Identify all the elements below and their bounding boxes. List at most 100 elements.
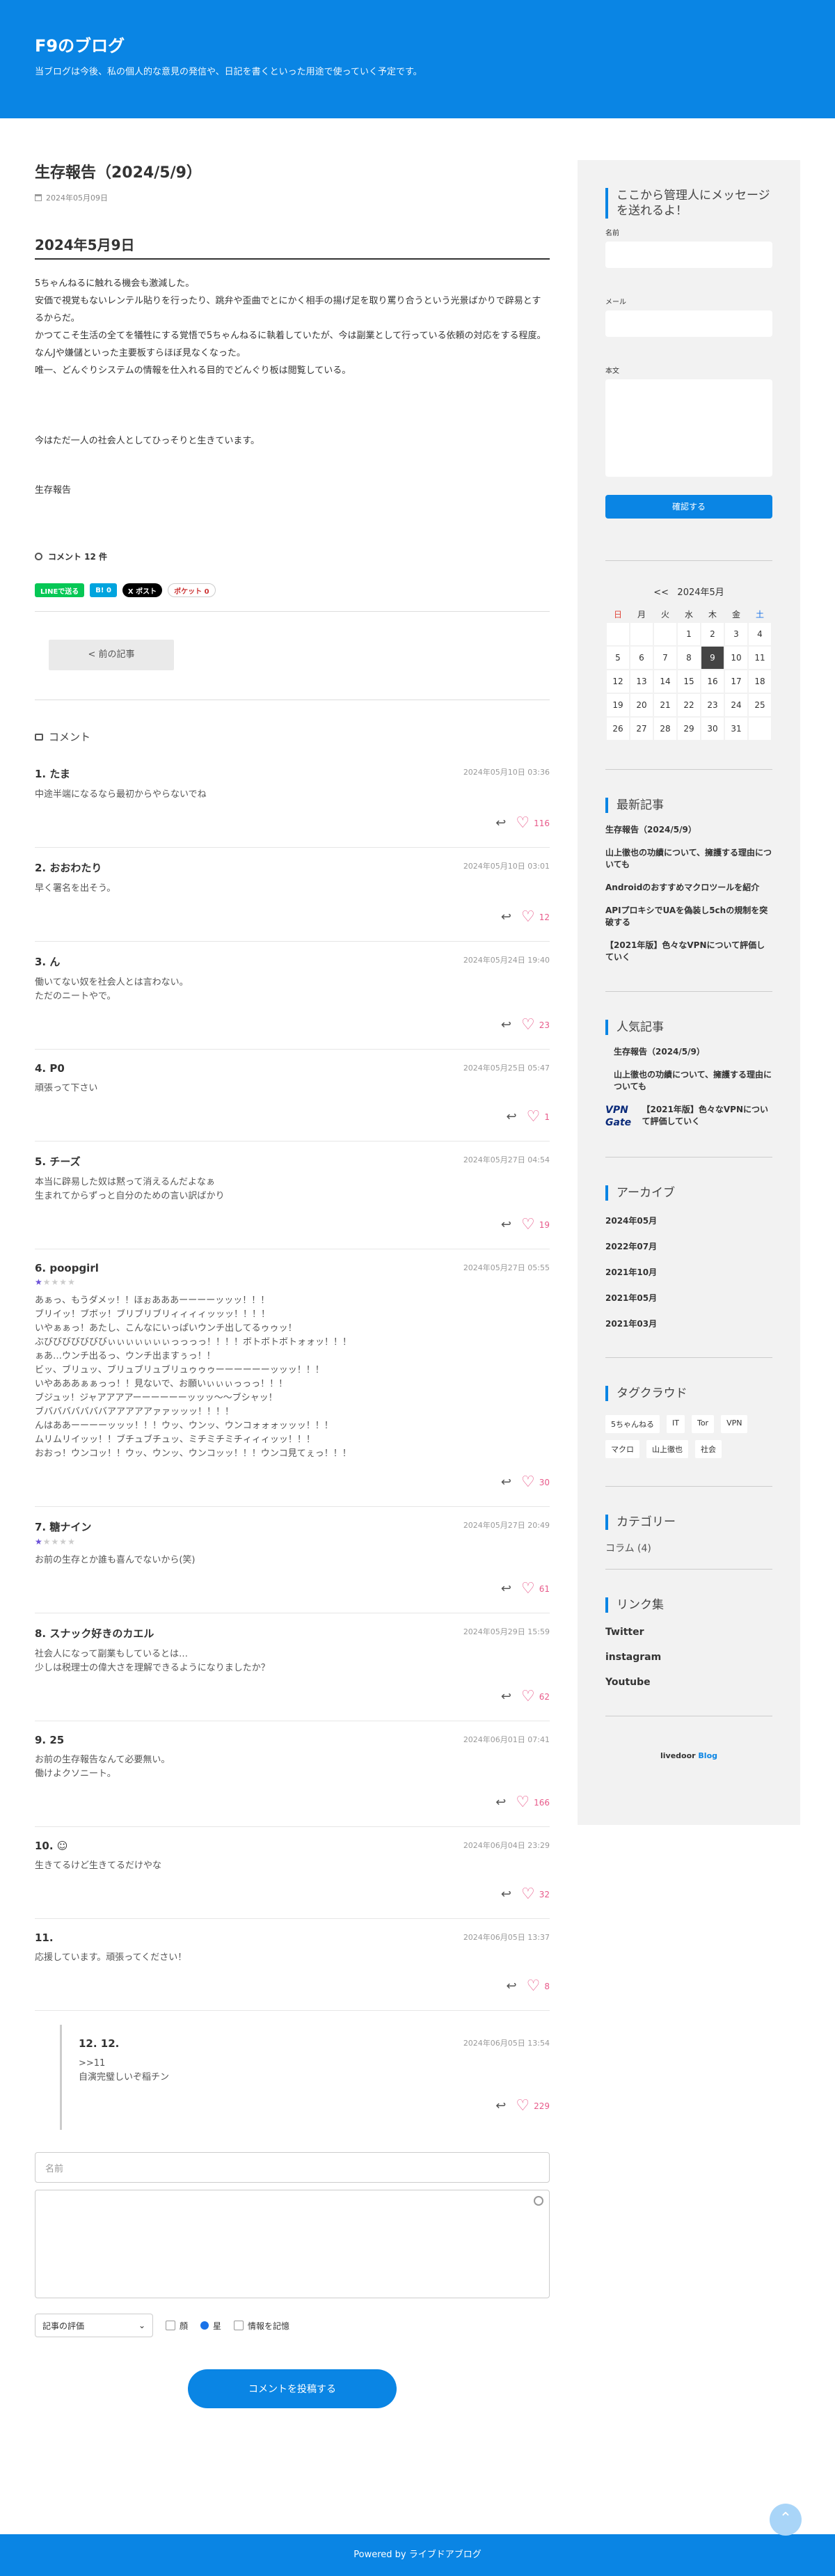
reply-icon[interactable]: ↩ <box>501 1475 511 1490</box>
calendar-day[interactable]: 26 <box>607 718 629 740</box>
recent-post-link[interactable]: 【2021年版】色々なVPNについて評価していく <box>605 940 772 963</box>
calendar-day[interactable]: 17 <box>725 670 747 693</box>
face-option[interactable]: 顔 <box>166 2320 188 2332</box>
link-youtube[interactable]: Youtube <box>605 1677 772 1688</box>
calendar-day[interactable]: 13 <box>630 670 653 693</box>
like-button[interactable]: ♡ 166 <box>516 1794 550 1811</box>
calendar-day[interactable]: 6 <box>630 647 653 669</box>
reply-icon[interactable]: ↩ <box>495 1795 506 1810</box>
like-button[interactable]: ♡ 23 <box>521 1016 550 1034</box>
reply-icon[interactable]: ↩ <box>507 1979 517 1993</box>
popular-post-link[interactable]: 生存報告（2024/5/9） <box>605 1046 772 1058</box>
recent-post-link[interactable]: APIプロキシでUAを偽装し5chの規制を突破する <box>605 905 772 929</box>
calendar-day[interactable]: 1 <box>678 623 700 645</box>
calendar-day[interactable]: 28 <box>654 718 676 740</box>
pocket-share-button[interactable]: ポケット 0 <box>168 583 216 597</box>
livedoor-blog-logo[interactable]: livedoor Blog <box>605 1751 772 1760</box>
remember-option[interactable]: 情報を記憶 <box>234 2320 289 2332</box>
calendar-day[interactable]: 3 <box>725 623 747 645</box>
calendar-day[interactable]: 16 <box>701 670 724 693</box>
calendar-day[interactable]: 2 <box>701 623 724 645</box>
archive-link[interactable]: 2021年03月 <box>605 1318 772 1329</box>
calendar-day[interactable]: 4 <box>749 623 771 645</box>
calendar-day[interactable]: 5 <box>607 647 629 669</box>
contact-mail-input[interactable] <box>605 310 772 337</box>
reply-icon[interactable]: ↩ <box>501 1018 511 1032</box>
reply-icon[interactable]: ↩ <box>501 1581 511 1596</box>
calendar-day[interactable]: 31 <box>725 718 747 740</box>
calendar-day[interactable]: 29 <box>678 718 700 740</box>
like-button[interactable]: ♡ 30 <box>521 1473 550 1491</box>
remember-checkbox[interactable] <box>234 2321 244 2330</box>
tag-link[interactable]: マクロ <box>605 1440 639 1458</box>
calendar-day[interactable]: 24 <box>725 694 747 716</box>
contact-name-input[interactable] <box>605 242 772 268</box>
calendar-day[interactable]: 9 <box>701 647 724 669</box>
like-button[interactable]: ♡ 229 <box>516 2097 550 2115</box>
calendar-prev[interactable]: << <box>653 587 669 598</box>
reply-icon[interactable]: ↩ <box>501 1689 511 1704</box>
prev-article-button[interactable]: < 前の記事 <box>49 640 174 670</box>
recent-post-link[interactable]: 山上徹也の功績について、擁護する理由についても <box>605 847 772 871</box>
confirm-button[interactable]: 確認する <box>605 495 772 519</box>
recent-post-link[interactable]: Androidのおすすめマクロツールを紹介 <box>605 882 772 894</box>
tag-link[interactable]: VPN <box>721 1415 748 1433</box>
line-share-button[interactable]: LINEで送る <box>35 583 85 597</box>
popular-post-item[interactable]: VPN Gate 【2021年版】色々なVPNについて評価していく <box>605 1104 772 1129</box>
recent-post-link[interactable]: 生存報告（2024/5/9） <box>605 824 772 836</box>
calendar-day[interactable]: 7 <box>654 647 676 669</box>
hatena-share-button[interactable]: B! 0 <box>90 583 117 597</box>
emoji-icon[interactable] <box>534 2196 543 2206</box>
calendar-day[interactable]: 23 <box>701 694 724 716</box>
link-instagram[interactable]: instagram <box>605 1652 772 1663</box>
like-button[interactable]: ♡ 1 <box>527 1108 550 1125</box>
name-input[interactable]: 名前 <box>35 2152 550 2183</box>
reply-icon[interactable]: ↩ <box>507 1109 517 1124</box>
star-option[interactable]: 星 <box>200 2320 221 2332</box>
like-button[interactable]: ♡ 19 <box>521 1216 550 1233</box>
reply-icon[interactable]: ↩ <box>501 910 511 924</box>
like-button[interactable]: ♡ 12 <box>521 908 550 926</box>
calendar-day[interactable]: 10 <box>725 647 747 669</box>
submit-comment-button[interactable]: コメントを投稿する <box>188 2369 397 2408</box>
like-button[interactable]: ♡ 62 <box>521 1688 550 1705</box>
contact-body-textarea[interactable] <box>605 379 772 477</box>
reply-icon[interactable]: ↩ <box>501 1217 511 1232</box>
link-twitter[interactable]: Twitter <box>605 1627 772 1638</box>
calendar-day[interactable]: 21 <box>654 694 676 716</box>
reply-icon[interactable]: ↩ <box>495 816 506 830</box>
tag-link[interactable]: IT <box>667 1415 685 1433</box>
calendar-day[interactable]: 11 <box>749 647 771 669</box>
calendar-day[interactable]: 22 <box>678 694 700 716</box>
tag-link[interactable]: 山上徹也 <box>646 1440 688 1458</box>
popular-post-link[interactable]: 山上徹也の功績について、擁護する理由についても <box>605 1069 772 1093</box>
archive-link[interactable]: 2021年10月 <box>605 1266 772 1278</box>
archive-link[interactable]: 2024年05月 <box>605 1215 772 1226</box>
comment-textarea[interactable] <box>35 2190 550 2298</box>
archive-link[interactable]: 2021年05月 <box>605 1292 772 1304</box>
calendar-day[interactable]: 30 <box>701 718 724 740</box>
tag-link[interactable]: 社会 <box>695 1440 722 1458</box>
calendar-day[interactable]: 18 <box>749 670 771 693</box>
site-title[interactable]: F9のブログ <box>35 32 125 56</box>
tag-link[interactable]: 5ちゃんねる <box>605 1415 660 1433</box>
calendar-day[interactable]: 8 <box>678 647 700 669</box>
popular-post-link[interactable]: 【2021年版】色々なVPNについて評価していく <box>642 1104 772 1128</box>
category-link[interactable]: コラム (4) <box>605 1541 772 1555</box>
like-button[interactable]: ♡ 8 <box>527 1977 550 1995</box>
star-radio[interactable] <box>200 2321 209 2330</box>
reply-icon[interactable]: ↩ <box>501 1887 511 1902</box>
face-checkbox[interactable] <box>166 2321 175 2330</box>
calendar-day[interactable]: 27 <box>630 718 653 740</box>
reply-icon[interactable]: ↩ <box>495 2099 506 2113</box>
like-button[interactable]: ♡ 32 <box>521 1886 550 1903</box>
tag-link[interactable]: Tor <box>691 1415 715 1433</box>
comment-count[interactable]: コメント 12 件 <box>35 551 550 562</box>
calendar-day[interactable]: 20 <box>630 694 653 716</box>
calendar-day[interactable]: 25 <box>749 694 771 716</box>
calendar-day[interactable]: 14 <box>654 670 676 693</box>
calendar-day[interactable]: 19 <box>607 694 629 716</box>
calendar-day[interactable]: 15 <box>678 670 700 693</box>
archive-link[interactable]: 2022年07月 <box>605 1240 772 1252</box>
rating-select[interactable]: 記事の評価 ⌄ <box>35 2314 153 2337</box>
